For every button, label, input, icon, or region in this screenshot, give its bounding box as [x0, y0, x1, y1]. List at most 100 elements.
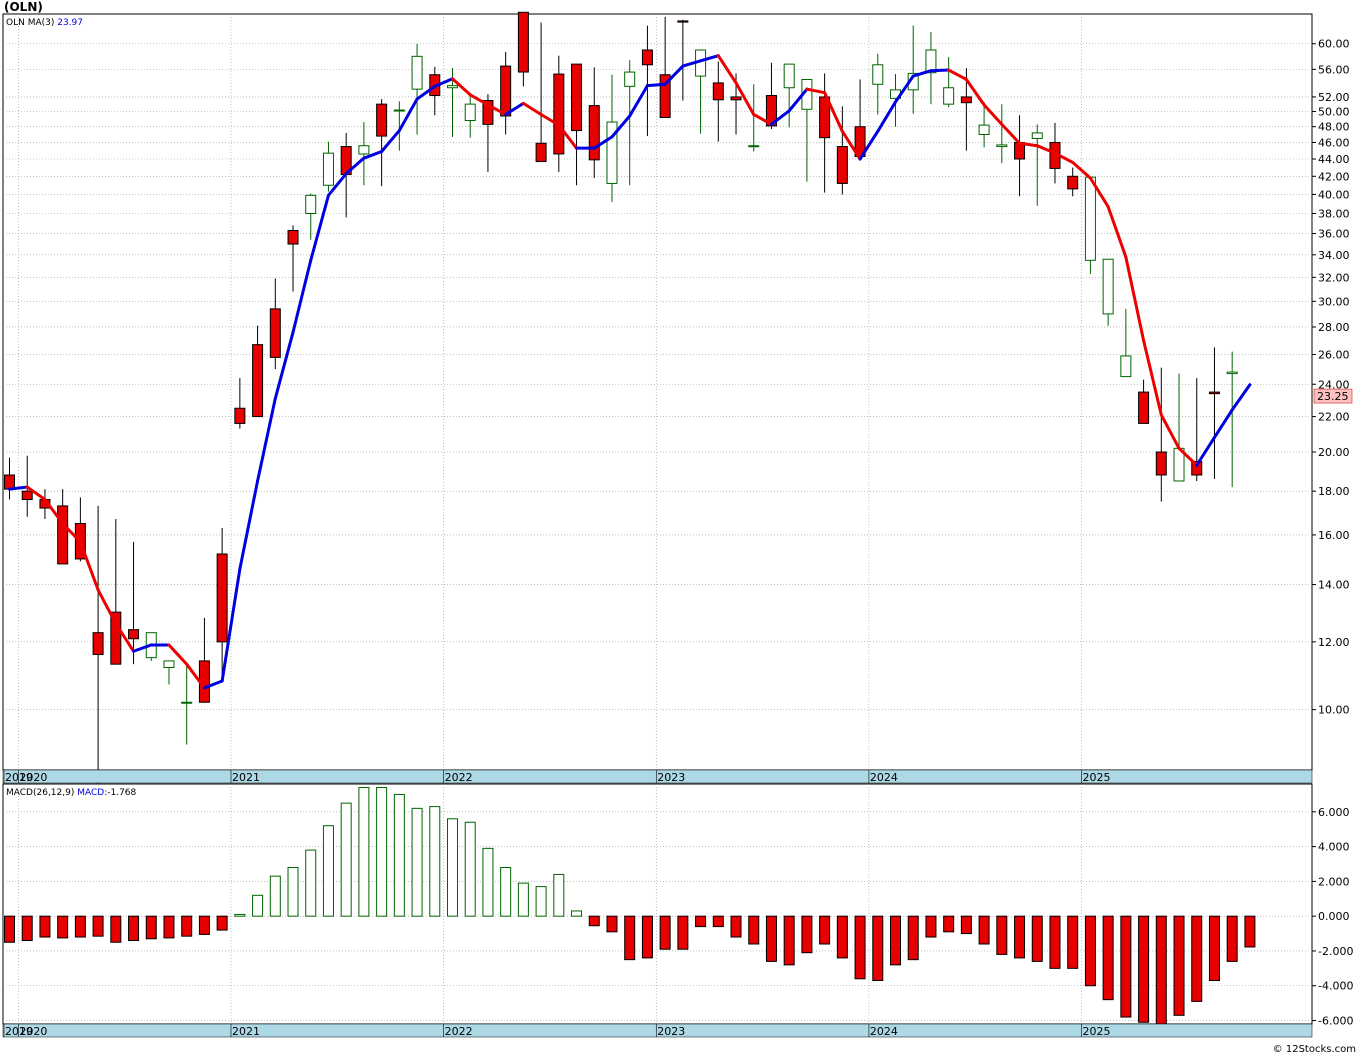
macd-bar: [340, 802, 352, 917]
price-y-tick-label: 20.00: [1318, 446, 1350, 459]
price-y-tick-label: 18.00: [1318, 485, 1350, 498]
macd-bar: [429, 806, 441, 917]
macd-bar: [783, 915, 795, 966]
candle-body: [960, 96, 972, 104]
macd-bar: [21, 915, 33, 942]
macd-bar: [234, 913, 246, 917]
macd-y-tick-label: 6.000: [1318, 806, 1350, 819]
macd-bar: [411, 807, 423, 917]
candle-body: [588, 105, 600, 161]
price-y-tick-label: 50.00: [1318, 106, 1350, 119]
candle-body: [677, 20, 689, 23]
candle-body: [571, 63, 583, 132]
macd-bar: [925, 915, 937, 938]
candle-body: [411, 55, 423, 90]
macd-bar: [39, 915, 51, 938]
candle-body: [234, 407, 246, 424]
macd-bar: [517, 882, 529, 917]
macd-bar: [1155, 915, 1167, 1025]
candle-body: [978, 124, 990, 135]
candle-body: [358, 145, 370, 155]
macd-bar: [712, 915, 724, 928]
macd-bar: [730, 915, 742, 938]
candle-body: [287, 229, 299, 245]
macd-bar: [500, 866, 512, 917]
candle-body: [252, 344, 264, 418]
price-y-tick-label: 36.00: [1318, 228, 1350, 241]
candle-body: [128, 629, 140, 640]
macd-bar: [659, 915, 671, 950]
price-y-tick-label: 26.00: [1318, 349, 1350, 362]
price-legend: OLN MA(3) 23.97: [6, 18, 83, 28]
macd-bar: [1014, 915, 1026, 959]
macd-bar: [287, 866, 299, 917]
macd-bar: [128, 915, 140, 942]
macd-bar: [588, 915, 600, 927]
macd-bar: [872, 915, 884, 982]
macd-bar: [1031, 915, 1043, 962]
candle-body: [216, 553, 228, 643]
macd-x-tick-label: 2024: [870, 1025, 898, 1038]
candle-body: [464, 103, 476, 122]
credit-text: © 12Stocks.com: [1272, 1044, 1356, 1055]
price-y-tick-label: 38.00: [1318, 207, 1350, 220]
macd-x-tick-label: 2023: [657, 1025, 685, 1038]
candle-body: [783, 63, 795, 89]
macd-x-tick-label: 2021: [232, 1025, 260, 1038]
candle-body: [92, 632, 104, 655]
price-y-tick-label: 30.00: [1318, 295, 1350, 308]
macd-y-tick-label: -6.000: [1318, 1015, 1353, 1028]
macd-bar: [1173, 915, 1185, 1016]
macd-y-tick-label: 4.000: [1318, 841, 1350, 854]
price-y-tick-label: 28.00: [1318, 321, 1350, 334]
price-x-tick-label: 2020: [19, 771, 47, 784]
macd-bar: [748, 915, 760, 945]
candle-body: [1155, 451, 1167, 476]
macd-x-tick-label: 2020: [19, 1025, 47, 1038]
candle-body: [1226, 371, 1238, 375]
macd-bar: [1208, 915, 1220, 982]
candle-body: [57, 505, 69, 565]
price-y-tick-label: 42.00: [1318, 170, 1350, 183]
macd-bar: [801, 915, 813, 954]
price-x-tick-label: 2022: [445, 771, 473, 784]
price-y-tick-label: 12.00: [1318, 636, 1350, 649]
macd-bar: [322, 825, 334, 917]
stock-chart-svg: 10.0012.0014.0016.0018.0020.0022.0024.00…: [2, 11, 1353, 1038]
macd-bar: [305, 849, 317, 917]
candle-body: [641, 49, 653, 66]
price-y-tick-label: 60.00: [1318, 38, 1350, 51]
macd-bar: [1102, 915, 1114, 1001]
price-x-tick-label: 2023: [657, 771, 685, 784]
macd-bar: [1120, 915, 1132, 1018]
candle-body: [836, 146, 848, 184]
candle-body: [447, 85, 458, 89]
macd-bar: [181, 915, 193, 937]
macd-bar: [854, 915, 866, 980]
candle-body: [624, 71, 636, 87]
macd-bar: [57, 915, 69, 939]
candle-body: [1120, 355, 1132, 378]
macd-bar: [978, 915, 990, 945]
macd-bar: [1084, 915, 1096, 987]
candle-body: [517, 11, 529, 73]
macd-x-tick-label: 2022: [445, 1025, 473, 1038]
macd-bar: [907, 915, 919, 961]
macd-y-tick-label: -2.000: [1318, 945, 1353, 958]
macd-bar: [269, 875, 281, 917]
macd-bar: [393, 793, 405, 917]
price-x-tick-label: 2021: [232, 771, 260, 784]
macd-bar: [695, 915, 707, 928]
macd-bar: [1244, 915, 1256, 948]
candle-body: [4, 474, 15, 490]
macd-bar: [535, 886, 547, 917]
price-y-tick-label: 16.00: [1318, 529, 1350, 542]
macd-bar: [1226, 915, 1238, 962]
candle-body: [1208, 391, 1220, 395]
macd-bar: [1191, 915, 1203, 1002]
candle-body: [1067, 175, 1079, 190]
macd-x-tick-label: 2025: [1083, 1025, 1111, 1038]
macd-bar: [198, 915, 210, 935]
macd-bar: [624, 915, 636, 961]
macd-bar: [464, 821, 476, 917]
